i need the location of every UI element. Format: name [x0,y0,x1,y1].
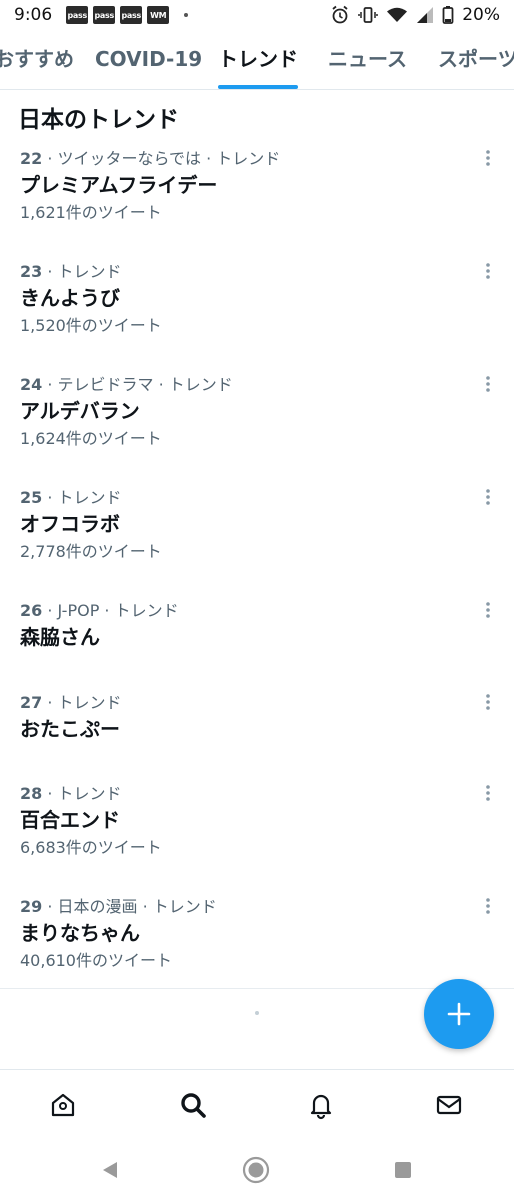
status-time: 9:06 [14,5,53,25]
system-recents-button[interactable] [388,1155,418,1185]
more-options-icon[interactable] [480,895,496,919]
home-icon [51,1093,75,1117]
system-home-button[interactable] [241,1155,271,1185]
trend-item[interactable]: 28 · トレンド 百合エンド 6,683件のツイート [0,780,514,892]
trend-name: アルデバラン [20,399,140,423]
nav-notifications-button[interactable] [304,1088,338,1122]
trend-meta: 29 · 日本の漫画 · トレンド [20,897,217,916]
more-options-icon[interactable] [480,691,496,715]
trend-rank: 24 [20,375,43,394]
trend-context: 日本の漫画 · トレンド [57,897,217,916]
bottom-navigation [0,1069,514,1140]
signal-icon [416,5,434,25]
notification-icons: pass pass pass WM [66,6,189,24]
more-options-icon[interactable] [480,599,496,623]
notifications-icon [310,1094,332,1120]
notification-badge: pass [66,6,89,24]
trend-name: まりなちゃん [20,921,140,945]
wifi-icon [386,5,408,25]
trend-meta: 27 · トレンド [20,693,122,712]
compose-tweet-button[interactable] [424,979,494,1049]
more-options-icon[interactable] [480,260,496,284]
trend-name: おたこぷー [20,717,120,741]
nav-home-button[interactable] [46,1088,80,1122]
more-options-icon[interactable] [480,486,496,510]
trend-context: トレンド [57,488,122,507]
battery-percent: 20% [462,5,500,25]
trend-tweet-count: 2,778件のツイート [20,542,162,561]
alarm-icon [330,5,350,25]
more-options-icon[interactable] [480,782,496,806]
trend-rank: 23 [20,262,43,281]
plus-icon [447,1002,471,1026]
trend-name: オフコラボ [20,512,120,536]
trend-item[interactable]: 23 · トレンド きんようび 1,520件のツイート [0,258,514,370]
loading-dot [255,1011,259,1015]
notification-badge: pass [120,6,143,24]
trend-meta: 26 · J-POP · トレンド [20,601,179,620]
trend-tweet-count: 40,610件のツイート [20,951,172,970]
section-title: 日本のトレンド [18,107,179,133]
trend-name: きんようび [20,286,120,310]
trend-name: プレミアムフライデー [20,173,218,197]
tab-recommended[interactable]: おすすめ [0,30,74,89]
trend-meta: 24 · テレビドラマ · トレンド [20,375,233,394]
battery-icon [442,5,454,25]
more-options-icon[interactable] [480,147,496,171]
trend-meta: 28 · トレンド [20,784,122,803]
active-tab-indicator [218,85,298,89]
trend-tweet-count: 1,520件のツイート [20,316,162,335]
tab-news[interactable]: ニュース [328,30,407,89]
trend-name: 百合エンド [20,808,120,832]
trend-context: トレンド [57,784,122,803]
more-notifications-dot [184,13,189,17]
trend-rank: 25 [20,488,43,507]
trend-item[interactable]: 24 · テレビドラマ · トレンド アルデバラン 1,624件のツイート [0,371,514,483]
system-back-button[interactable] [95,1155,125,1185]
trend-tweet-count: 1,621件のツイート [20,203,162,222]
trend-context: J-POP · トレンド [57,601,179,620]
home-circle-icon [242,1156,270,1184]
trend-rank: 27 [20,693,43,712]
search-icon [181,1093,206,1118]
messages-icon [436,1095,462,1115]
trend-item[interactable]: 27 · トレンド おたこぷー [0,689,514,769]
notification-badge: WM [147,6,170,24]
back-triangle-icon [103,1162,117,1178]
trend-rank: 29 [20,897,43,916]
nav-messages-button[interactable] [432,1088,466,1122]
explore-tabs: おすすめ COVID-19 トレンド ニュース スポーツ [0,30,514,90]
trend-meta: 23 · トレンド [20,262,122,281]
vibrate-icon [358,5,378,25]
tab-sports[interactable]: スポーツ [438,30,514,89]
status-bar: 9:06 pass pass pass WM 20% [0,0,514,30]
notification-badge: pass [93,6,116,24]
trend-context: トレンド [57,693,122,712]
trend-context: トレンド [57,262,122,281]
nav-search-button[interactable] [176,1088,210,1122]
trend-rank: 28 [20,784,43,803]
trend-name: 森脇さん [20,625,100,649]
trend-item[interactable]: 22 · ツイッターならでは · トレンド プレミアムフライデー 1,621件の… [0,145,514,257]
system-navigation-bar [0,1140,514,1199]
trend-item[interactable]: 26 · J-POP · トレンド 森脇さん [0,597,514,677]
trend-item[interactable]: 25 · トレンド オフコラボ 2,778件のツイート [0,484,514,596]
trend-rank: 26 [20,601,43,620]
trend-rank: 22 [20,149,43,168]
trend-meta: 22 · ツイッターならでは · トレンド [20,149,281,168]
trend-context: ツイッターならでは · トレンド [57,149,281,168]
trend-meta: 25 · トレンド [20,488,122,507]
recents-square-icon [395,1162,411,1178]
tab-covid-19[interactable]: COVID-19 [95,30,202,89]
tab-trends[interactable]: トレンド [218,30,298,89]
trend-item[interactable]: 29 · 日本の漫画 · トレンド まりなちゃん 40,610件のツイート [0,893,514,983]
more-options-icon[interactable] [480,373,496,397]
trend-tweet-count: 6,683件のツイート [20,838,162,857]
trend-context: テレビドラマ · トレンド [57,375,233,394]
trend-tweet-count: 1,624件のツイート [20,429,162,448]
